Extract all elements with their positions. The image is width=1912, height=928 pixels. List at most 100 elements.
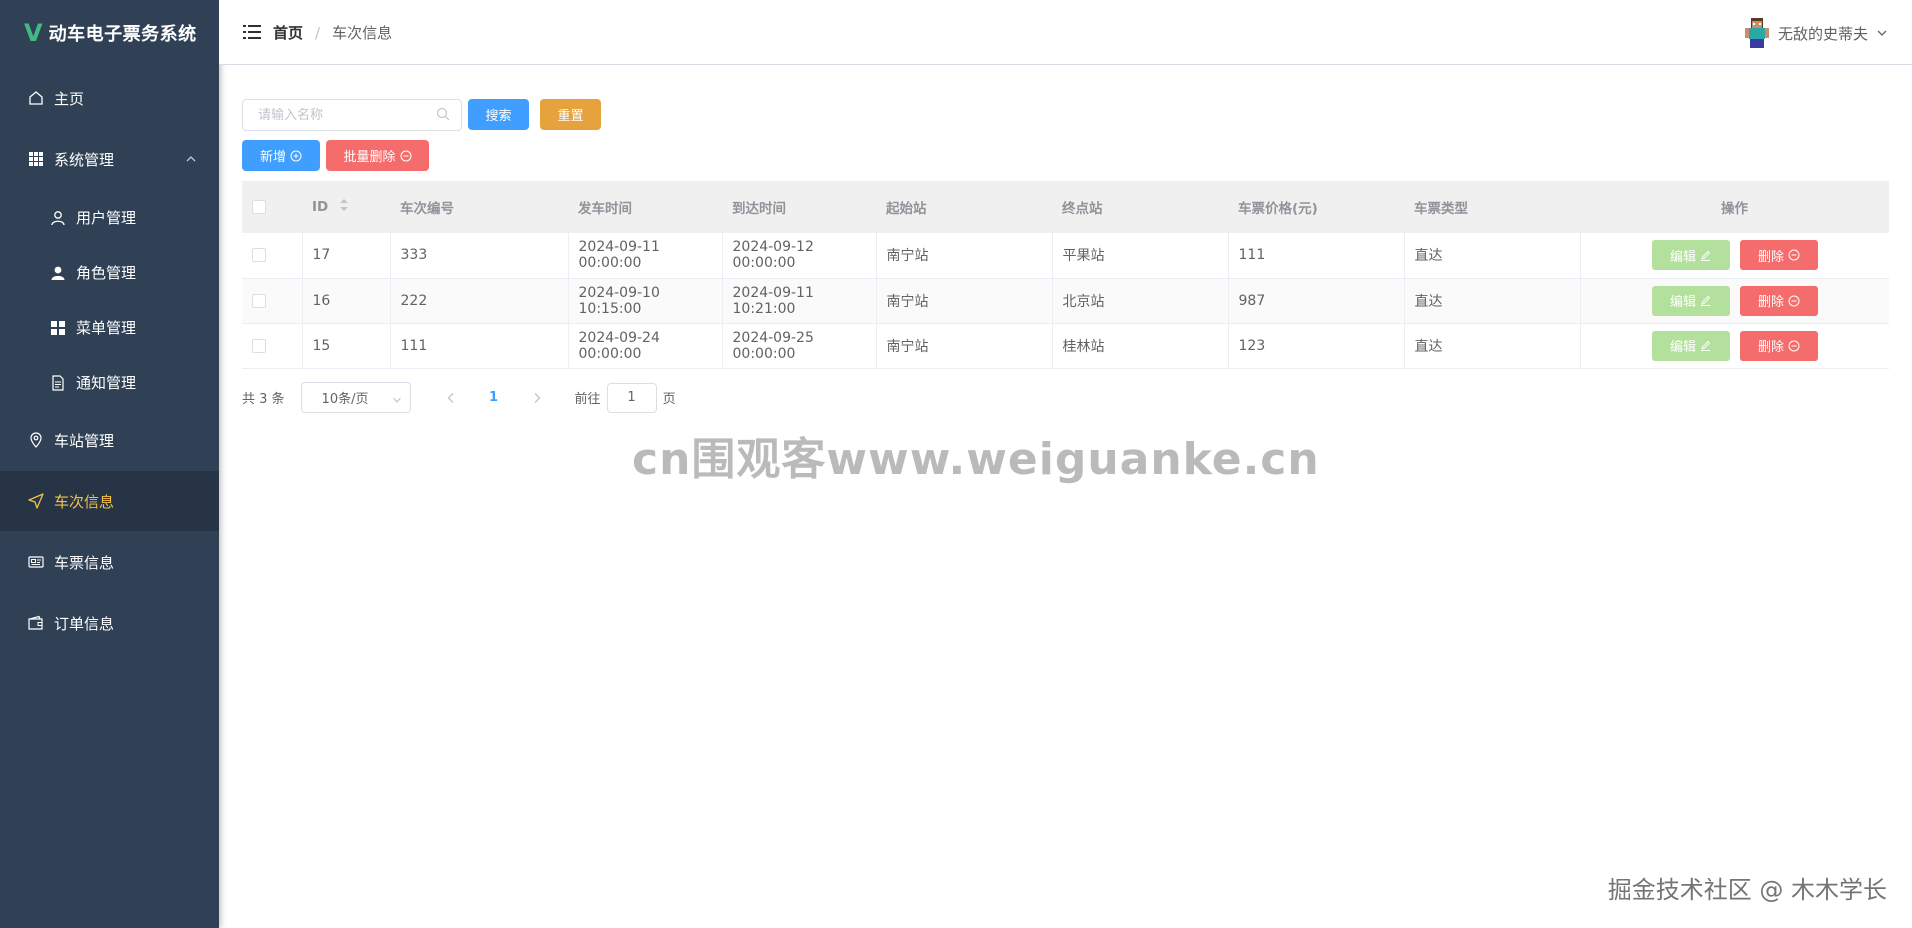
breadcrumb-home[interactable]: 首页 bbox=[273, 22, 303, 43]
column-header-actions: 操作 bbox=[1580, 181, 1889, 233]
sidebar-item-label: 主页 bbox=[54, 89, 85, 108]
position-icon bbox=[26, 491, 46, 511]
column-header-arrive: 到达时间 bbox=[722, 181, 876, 233]
sidebar-item-label: 订单信息 bbox=[54, 614, 115, 633]
delete-button[interactable]: 删除 bbox=[1739, 285, 1818, 316]
table-header-row: ID 车次编号 发车时间 到达时间 起始站 终点站 车票价格(元) 车票类型 操… bbox=[242, 181, 1889, 233]
trains-table: ID 车次编号 发车时间 到达时间 起始站 终点站 车票价格(元) 车票类型 操… bbox=[242, 181, 1889, 369]
sidebar-item-trains[interactable]: 车次信息 bbox=[0, 471, 219, 531]
cell-from: 南宁站 bbox=[876, 323, 1053, 369]
column-header-type: 车票类型 bbox=[1404, 181, 1580, 233]
cell-type: 直达 bbox=[1404, 278, 1581, 324]
cell-id: 17 bbox=[302, 233, 391, 279]
edit-button[interactable]: 编辑 bbox=[1651, 285, 1730, 316]
row-checkbox[interactable] bbox=[252, 338, 266, 353]
cell-price: 123 bbox=[1228, 323, 1405, 369]
column-header-depart: 发车时间 bbox=[568, 181, 722, 233]
chevron-down-icon bbox=[1876, 27, 1888, 39]
circle-minus-icon bbox=[1788, 249, 1800, 261]
sidebar-item-label: 通知管理 bbox=[76, 374, 137, 392]
delete-label: 删除 bbox=[1757, 249, 1784, 265]
sidebar-item-users[interactable]: 用户管理 bbox=[0, 190, 219, 245]
page-size-value: 10条/页 bbox=[321, 392, 369, 407]
user-dropdown[interactable]: 无敌的史蒂夫 bbox=[1744, 17, 1888, 49]
next-page-icon[interactable] bbox=[519, 384, 555, 412]
chevron-up-icon bbox=[185, 151, 197, 169]
sidebar-item-orders[interactable]: 订单信息 bbox=[0, 593, 219, 653]
select-all-checkbox[interactable] bbox=[252, 200, 266, 214]
add-button-label: 新增 bbox=[259, 150, 286, 165]
row-checkbox[interactable] bbox=[252, 248, 266, 263]
sidebar-item-label: 车站管理 bbox=[54, 431, 115, 450]
sidebar-item-tickets[interactable]: 车票信息 bbox=[0, 532, 219, 592]
row-checkbox[interactable] bbox=[252, 293, 266, 308]
wallet-icon bbox=[26, 613, 46, 633]
grid-icon bbox=[26, 149, 46, 169]
cell-to: 桂林站 bbox=[1052, 323, 1229, 369]
table-row: 16 222 2024-09-10 10:15:00 2024-09-11 10… bbox=[242, 278, 1889, 324]
jump-suffix: 页 bbox=[662, 392, 676, 407]
document-icon bbox=[48, 373, 68, 393]
cell-actions: 编辑 删除 bbox=[1580, 323, 1889, 369]
sidebar-item-notices[interactable]: 通知管理 bbox=[0, 355, 219, 410]
jump-page-input[interactable] bbox=[606, 382, 657, 413]
cell-type: 直达 bbox=[1404, 233, 1581, 279]
sidebar-item-stations[interactable]: 车站管理 bbox=[0, 410, 219, 470]
sort-icon[interactable] bbox=[339, 198, 349, 216]
cell-price: 111 bbox=[1228, 233, 1405, 279]
search-button[interactable]: 搜索 bbox=[468, 99, 529, 130]
prev-page-icon[interactable] bbox=[433, 384, 469, 412]
app-logo[interactable]: V 动车电子票务系统 bbox=[0, 0, 219, 66]
chevron-down-icon bbox=[392, 394, 402, 409]
add-button[interactable]: 新增 bbox=[242, 140, 320, 171]
avatar bbox=[1744, 17, 1770, 49]
batch-delete-label: 批量删除 bbox=[343, 150, 396, 165]
sidebar: V 动车电子票务系统 主页 系统管理 用户管理 角色管理 菜单管理 通知管理 车… bbox=[0, 0, 219, 928]
home-icon bbox=[26, 88, 46, 108]
hamburger-icon[interactable] bbox=[243, 24, 261, 40]
sidebar-item-label: 车次信息 bbox=[54, 492, 115, 511]
cell-type: 直达 bbox=[1404, 323, 1581, 369]
edit-button[interactable]: 编辑 bbox=[1651, 330, 1730, 361]
edit-label: 编辑 bbox=[1670, 249, 1697, 265]
pagination-total: 共 3 条 bbox=[242, 392, 285, 407]
username: 无敌的史蒂夫 bbox=[1777, 24, 1868, 43]
top-navbar: 首页 / 车次信息 无敌的史蒂夫 bbox=[219, 0, 1912, 65]
location-icon bbox=[26, 430, 46, 450]
cell-code: 111 bbox=[390, 323, 569, 369]
cell-from: 南宁站 bbox=[876, 233, 1053, 279]
column-header-id[interactable]: ID bbox=[302, 181, 390, 233]
sidebar-item-home[interactable]: 主页 bbox=[0, 68, 219, 128]
cell-depart: 2024-09-24 00:00:00 bbox=[568, 323, 723, 369]
edit-icon bbox=[1700, 340, 1711, 351]
ticket-icon bbox=[26, 552, 46, 572]
select-all-cell bbox=[242, 181, 302, 233]
page-size-select[interactable]: 10条/页 bbox=[300, 382, 411, 413]
batch-delete-button[interactable]: 批量删除 bbox=[326, 140, 429, 171]
sidebar-item-label: 菜单管理 bbox=[76, 319, 137, 337]
cell-code: 222 bbox=[390, 278, 569, 324]
cell-arrive: 2024-09-12 00:00:00 bbox=[722, 233, 877, 279]
cell-actions: 编辑 删除 bbox=[1580, 278, 1889, 324]
edit-label: 编辑 bbox=[1670, 340, 1697, 355]
sidebar-item-menus[interactable]: 菜单管理 bbox=[0, 300, 219, 355]
search-input[interactable] bbox=[242, 99, 462, 131]
delete-button[interactable]: 删除 bbox=[1739, 240, 1818, 271]
edit-label: 编辑 bbox=[1670, 295, 1697, 310]
edit-button[interactable]: 编辑 bbox=[1651, 240, 1730, 271]
cell-to: 平果站 bbox=[1052, 233, 1229, 279]
page-number[interactable]: 1 bbox=[476, 384, 512, 412]
circle-minus-icon bbox=[1788, 340, 1800, 352]
search-icon bbox=[436, 107, 452, 123]
sidebar-item-system[interactable]: 系统管理 bbox=[0, 129, 219, 189]
sidebar-item-roles[interactable]: 角色管理 bbox=[0, 245, 219, 300]
reset-button[interactable]: 重置 bbox=[540, 99, 601, 130]
cell-price: 987 bbox=[1228, 278, 1405, 324]
breadcrumb-current: 车次信息 bbox=[332, 24, 393, 42]
delete-button[interactable]: 删除 bbox=[1739, 330, 1818, 361]
user-icon bbox=[48, 208, 68, 228]
vue-logo-icon: V bbox=[24, 19, 43, 47]
edit-icon bbox=[1700, 250, 1711, 261]
circle-plus-icon bbox=[290, 150, 302, 162]
cell-to: 北京站 bbox=[1052, 278, 1229, 324]
